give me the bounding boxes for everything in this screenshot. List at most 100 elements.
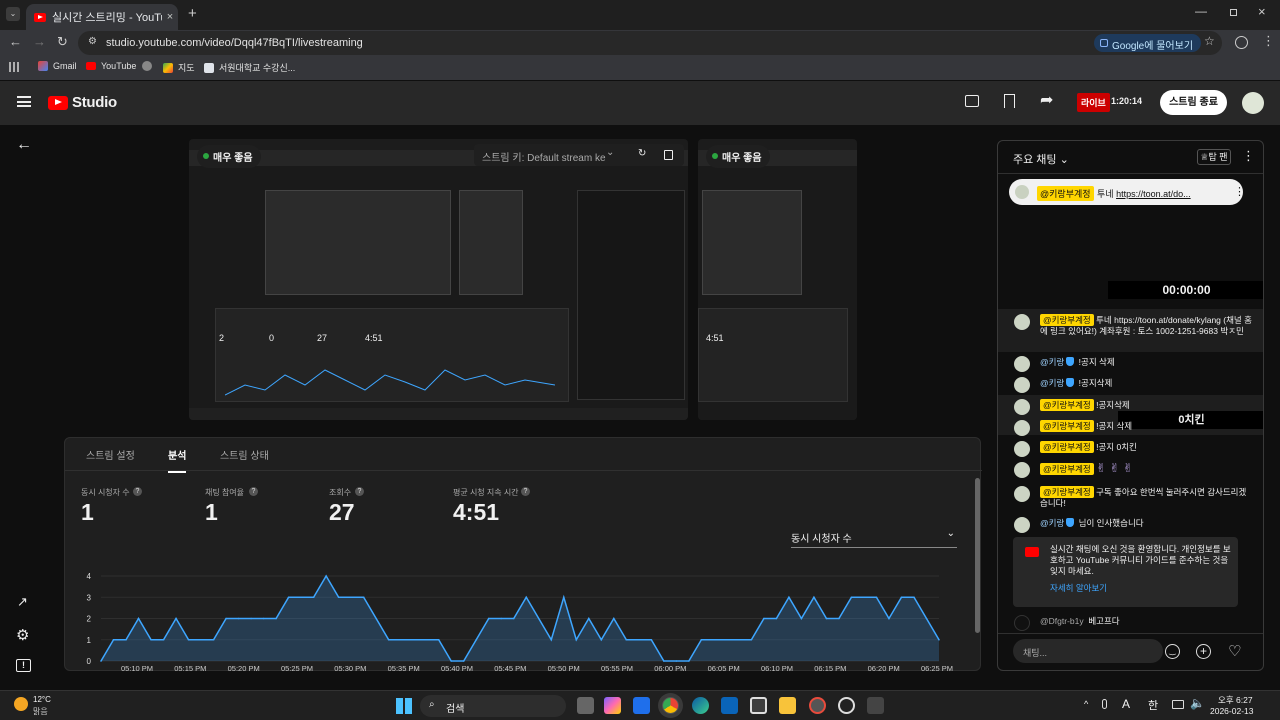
more-icon[interactable]: ⋮ xyxy=(1234,185,1245,198)
close-window-button[interactable]: × xyxy=(1258,4,1266,19)
google-ask-button[interactable]: Google에 물어보기 xyxy=(1094,34,1202,52)
heart-icon[interactable]: ♡ xyxy=(1228,642,1241,660)
volume-icon[interactable]: 🔈 xyxy=(1190,696,1205,710)
pinned-link[interactable]: https://toon.at/do... xyxy=(1116,189,1191,199)
back-arrow-icon[interactable]: ← xyxy=(16,136,32,154)
taskbar-search[interactable]: ⌕ 검색 xyxy=(420,695,566,717)
edge-icon[interactable] xyxy=(692,697,709,714)
chrome-icon[interactable] xyxy=(662,697,679,714)
back-icon[interactable]: ← xyxy=(9,34,22,49)
language-indicator[interactable]: 한 xyxy=(1148,697,1158,713)
close-icon[interactable]: × xyxy=(162,11,178,23)
bookmark-star-icon[interactable]: ☆ xyxy=(1204,34,1215,48)
avatar[interactable] xyxy=(1242,92,1264,114)
store-icon[interactable] xyxy=(750,697,767,714)
youtube-icon xyxy=(34,12,46,22)
chat-input[interactable]: 채팅... xyxy=(1013,639,1163,663)
bookmark-gmail[interactable]: Gmail xyxy=(38,61,77,71)
tray-chevron-icon[interactable]: ^ xyxy=(1084,699,1088,709)
youtube-icon xyxy=(86,62,96,70)
tab-analytics[interactable]: 분석 xyxy=(168,447,187,473)
browser-tab[interactable]: 실시간 스트리밍 - YouTube Stu × xyxy=(26,4,178,30)
help-icon[interactable]: ? xyxy=(355,487,364,496)
browser-menu-icon[interactable]: ⋮ xyxy=(1262,33,1275,49)
bookmark-seowon[interactable]: 서원대학교 수강신... xyxy=(204,61,295,74)
menu-icon[interactable] xyxy=(17,96,31,107)
clapper-icon[interactable] xyxy=(965,95,979,107)
side-preview-value: 4:51 xyxy=(706,333,724,343)
data-point xyxy=(400,638,402,641)
emoji-icon[interactable]: ‿ xyxy=(1165,644,1180,659)
tab-list-button[interactable]: ⌄ xyxy=(6,7,20,21)
metric-dropdown[interactable]: 동시 시청자 수 ⌄ xyxy=(791,528,957,548)
taskbar-search-label: 검색 xyxy=(446,704,465,715)
chat-user: @Dfgtr-b1y xyxy=(1040,616,1084,626)
weather-icon[interactable] xyxy=(14,697,28,711)
copilot-icon[interactable] xyxy=(604,697,621,714)
stat-label-chat: 채팅 참여율 xyxy=(205,488,245,497)
nested-preview-1 xyxy=(265,190,451,295)
microphone-icon[interactable] xyxy=(1102,699,1107,709)
minimize-button[interactable]: — xyxy=(1195,4,1207,18)
stream-preview[interactable]: 2 0 27 4:51 매우 좋음 스트림 키: Default stream … xyxy=(189,139,688,420)
reload-icon[interactable]: ↻ xyxy=(57,34,68,50)
pinned-message[interactable]: @키랑부계정 투네 https://toon.at/do... ⋮ xyxy=(1009,179,1245,205)
clock-date[interactable]: 2026-02-13 xyxy=(1210,706,1253,716)
chat-text: !공지삭제 xyxy=(1078,378,1113,388)
side-preview[interactable]: 4:51 매우 좋음 xyxy=(698,139,857,420)
new-tab-button[interactable]: + xyxy=(188,5,197,22)
data-point xyxy=(112,638,115,641)
popout-icon[interactable]: ↗ xyxy=(17,594,28,610)
bookmark-icon[interactable] xyxy=(1004,94,1015,108)
chat-menu-icon[interactable]: ⋮ xyxy=(1242,148,1255,164)
learn-more-link[interactable]: 자세히 알아보기 xyxy=(1050,583,1107,594)
add-icon[interactable]: + xyxy=(1196,644,1211,659)
task-view-icon[interactable] xyxy=(577,697,594,714)
url-text: studio.youtube.com/video/Dqql47fBqTI/liv… xyxy=(106,37,363,49)
media-player-icon[interactable] xyxy=(838,697,855,714)
chevron-down-icon[interactable]: ⌄ xyxy=(606,147,614,158)
refresh-icon[interactable]: ↻ xyxy=(638,148,646,159)
outlook-icon[interactable] xyxy=(721,697,738,714)
data-point xyxy=(300,596,302,599)
app-icon-red[interactable] xyxy=(809,697,826,714)
nested-taskbar xyxy=(189,408,688,420)
avatar xyxy=(1014,441,1030,457)
profile-icon[interactable] xyxy=(1235,36,1248,49)
help-icon[interactable]: ? xyxy=(249,487,258,496)
settings-icon[interactable]: ⚙ xyxy=(16,626,29,644)
stream-key-bar[interactable]: 스트림 키: Default stream ke ⌄ ↻ xyxy=(474,144,684,166)
data-point xyxy=(100,660,102,662)
bookmark-maps[interactable]: 지도 xyxy=(163,61,195,74)
tab-stream-settings[interactable]: 스트림 설정 xyxy=(86,447,135,462)
scrollbar[interactable] xyxy=(975,478,980,633)
side-nested-analytics xyxy=(698,308,848,402)
address-bar[interactable]: ⚙ studio.youtube.com/video/Dqql47fBqTI/l… xyxy=(78,31,1222,55)
network-icon[interactable] xyxy=(1172,700,1184,709)
file-explorer-icon[interactable] xyxy=(779,697,796,714)
forward-icon[interactable]: → xyxy=(33,34,46,49)
avatar xyxy=(1015,185,1029,199)
app-icon-gray[interactable] xyxy=(867,697,884,714)
chat-user: @키랑부계정 xyxy=(1040,463,1094,475)
restore-button[interactable] xyxy=(1230,9,1237,16)
bookmark-youtube[interactable]: YouTube xyxy=(86,61,136,71)
tab-stream-health[interactable]: 스트림 상태 xyxy=(220,447,269,462)
apps-grid-icon[interactable] xyxy=(9,62,19,72)
studio-logo[interactable]: Studio xyxy=(48,94,117,111)
stat-value-concurrent: 1 xyxy=(81,499,94,525)
ime-indicator[interactable]: A xyxy=(1122,697,1130,711)
share-icon[interactable]: ➦ xyxy=(1040,90,1053,110)
help-icon[interactable]: ? xyxy=(133,487,142,496)
clock-time[interactable]: 오후 6:27 xyxy=(1218,694,1253,706)
chat-mode-dropdown[interactable]: 주요 채팅 ⌄ xyxy=(1013,151,1069,167)
copy-icon[interactable] xyxy=(664,150,673,160)
feedback-icon[interactable]: ! xyxy=(16,659,31,672)
bookmark-globe[interactable] xyxy=(142,61,157,71)
site-info-icon[interactable]: ⚙ xyxy=(88,36,97,47)
windows-start-icon[interactable] xyxy=(396,698,412,714)
app-icon-blue[interactable] xyxy=(633,697,650,714)
help-icon[interactable]: ? xyxy=(521,487,530,496)
top-fans-button[interactable]: ♕탑 팬 xyxy=(1197,149,1231,165)
end-stream-button[interactable]: 스트림 종료 xyxy=(1160,90,1227,115)
